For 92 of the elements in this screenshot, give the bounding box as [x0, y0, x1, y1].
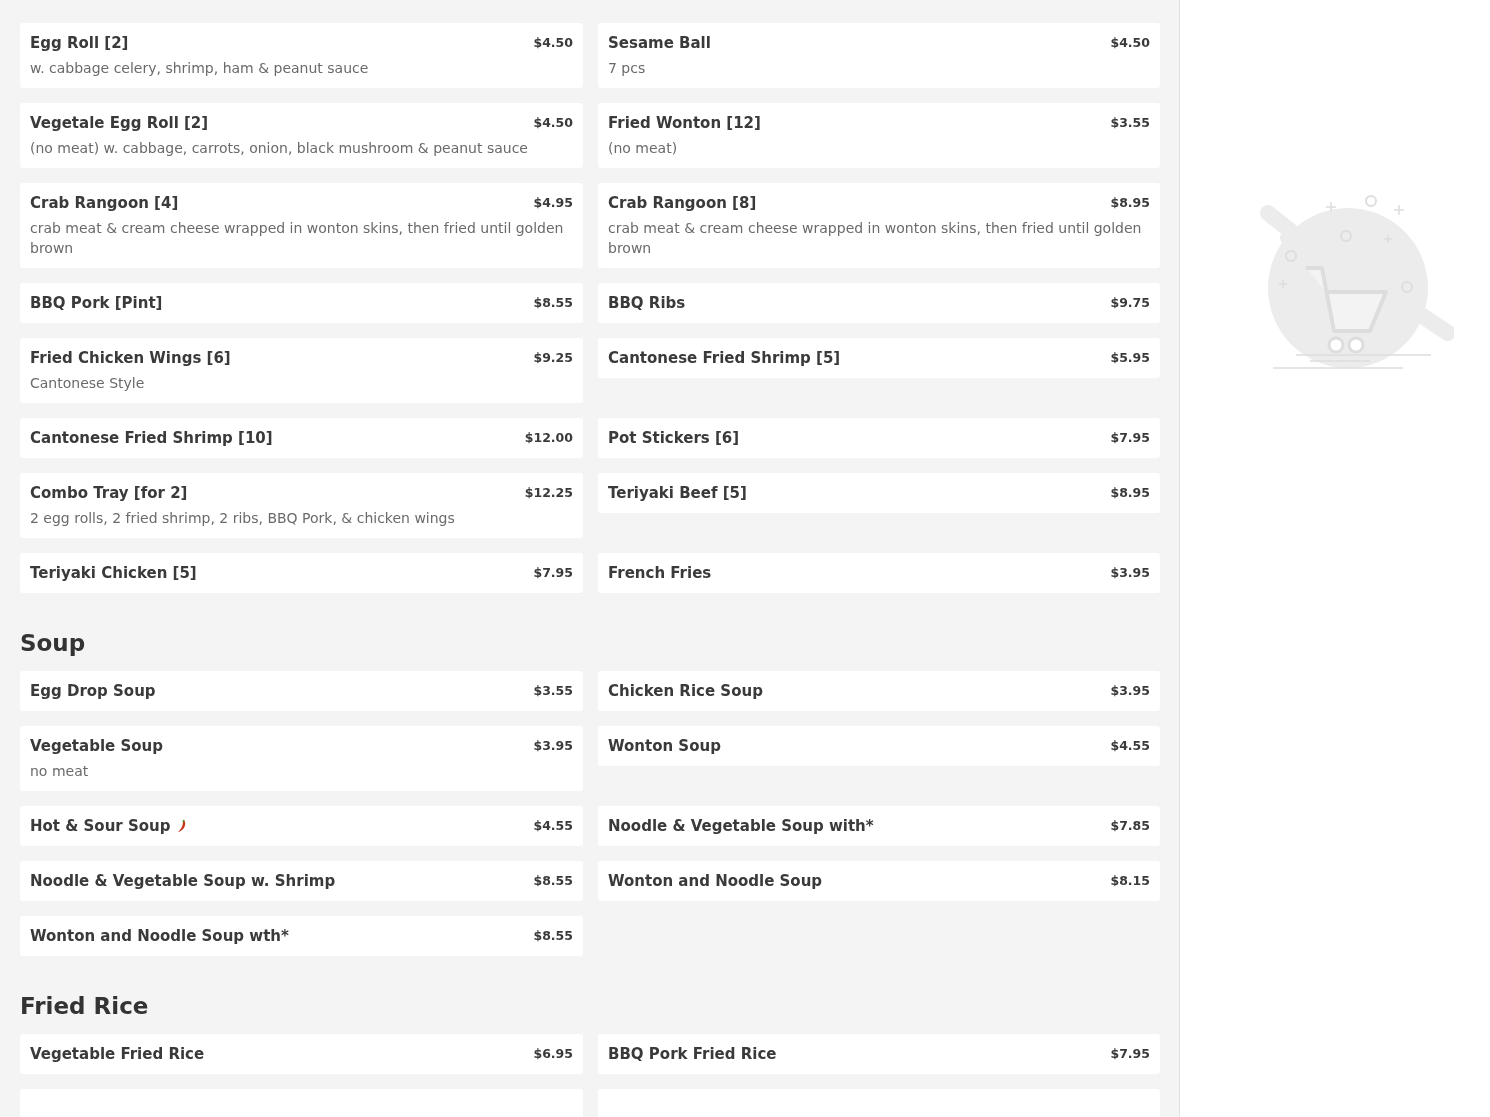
section-heading: Fried Rice — [20, 992, 150, 1021]
item-name: Wonton and Noodle Soup — [608, 871, 823, 891]
menu-card[interactable]: Crab Rangoon [8] $8.95 crab meat & cream cheese wrapped in wonton skins, then fried until golden brown — [598, 183, 1160, 268]
item-price: $3.55 — [1110, 114, 1150, 132]
item-name: Crab Rangoon [8] — [608, 193, 757, 213]
item-price: $4.55 — [533, 817, 573, 835]
item-name: Cantonese Fried Shrimp [5] — [608, 348, 841, 368]
menu-card[interactable]: Vegetable Soup $3.95 no meat — [20, 726, 583, 791]
item-name: Noodle & Vegetable Soup w. Shrimp — [30, 871, 336, 891]
item-description: w. cabbage celery, shrimp, ham & peanut sauce — [30, 59, 370, 78]
item-name: Vegetable Soup — [30, 736, 163, 756]
item-price: $4.50 — [1110, 34, 1150, 52]
item-price: $8.55 — [533, 927, 573, 945]
menu-card[interactable]: Sesame Ball $4.50 7 pcs — [598, 23, 1160, 88]
item-description: 7 pcs — [608, 59, 647, 78]
item-name: Hot & Sour Soup — [30, 816, 171, 836]
item-name: Cantonese Fried Shrimp [10] — [30, 428, 273, 448]
menu-card[interactable]: Wonton and Noodle Soup wth* $8.55 — [20, 916, 583, 956]
item-name: Crab Rangoon [4] — [30, 193, 179, 213]
item-price: $7.95 — [533, 564, 573, 582]
item-description: (no meat) w. cabbage, carrots, onion, black mushroom & peanut sauce — [30, 139, 529, 158]
item-name: BBQ Ribs — [608, 293, 686, 313]
item-name: Egg Drop Soup — [30, 681, 156, 701]
section-heading: Soup — [20, 629, 87, 658]
menu-card[interactable]: Vegetale Egg Roll [2] $4.50 (no meat) w. cabbage, carrots, onion, black mushroom & peanut sauce — [20, 103, 583, 168]
item-description: Cantonese Style — [30, 374, 146, 393]
item-price: $7.85 — [1110, 817, 1150, 835]
item-price: $5.95 — [1110, 349, 1150, 367]
item-price: $4.50 — [533, 114, 573, 132]
item-price: $9.75 — [1110, 294, 1150, 312]
item-name: Vegetable Fried Rice — [30, 1044, 205, 1064]
menu-card[interactable]: Teriyaki Chicken [5] $7.95 — [20, 553, 583, 593]
item-name: Fried Chicken Wings [6] — [30, 348, 231, 368]
menu-card[interactable]: Fried Chicken Wings [6] $9.25 Cantonese Style — [20, 338, 583, 403]
item-price: $7.95 — [1110, 429, 1150, 447]
menu-card[interactable]: Cantonese Fried Shrimp [5] $5.95 — [598, 338, 1160, 378]
menu-card[interactable]: Crab Rangoon [4] $4.95 crab meat & cream cheese wrapped in wonton skins, then fried until golden brown — [20, 183, 583, 268]
item-description: crab meat & cream cheese wrapped in wonton skins, then fried until golden brown — [608, 219, 1143, 258]
menu-card[interactable]: BBQ Pork [Pint] $8.55 — [20, 283, 583, 323]
item-description: 2 egg rolls, 2 fried shrimp, 2 ribs, BBQ Pork, & chicken wings — [30, 509, 456, 528]
menu-card[interactable]: Wonton Soup $4.55 — [598, 726, 1160, 766]
item-price: $9.25 — [533, 349, 573, 367]
menu-card[interactable]: Chicken Rice Soup $3.95 — [598, 671, 1160, 711]
menu-card[interactable]: Fried Wonton [12] $3.55 (no meat) — [598, 103, 1160, 168]
item-price: $8.55 — [533, 872, 573, 890]
menu-card[interactable]: Combo Tray [for 2] $12.25 2 egg rolls, 2 fried shrimp, 2 ribs, BBQ Pork, & chicken wings — [20, 473, 583, 538]
menu-card[interactable]: Wonton and Noodle Soup $8.15 — [598, 861, 1160, 901]
item-name: Wonton Soup — [608, 736, 721, 756]
menu-card[interactable]: Hot & Sour Soup $4.55 — [20, 806, 583, 846]
item-name: Pot Stickers [6] — [608, 428, 740, 448]
item-description: crab meat & cream cheese wrapped in wonton skins, then fried until golden brown — [30, 219, 565, 258]
item-name: Sesame Ball — [608, 33, 711, 53]
menu-card[interactable]: Noodle & Vegetable Soup with* $7.85 — [598, 806, 1160, 846]
item-name: BBQ Pork Fried Rice — [608, 1044, 777, 1064]
item-name: Teriyaki Beef [5] — [608, 483, 747, 503]
menu-card[interactable]: Pot Stickers [6] $7.95 — [598, 418, 1160, 458]
item-price: $12.00 — [524, 429, 573, 447]
menu-card[interactable]: Teriyaki Beef [5] $8.95 — [598, 473, 1160, 513]
item-price: $8.95 — [1110, 194, 1150, 212]
item-price: $4.50 — [533, 34, 573, 52]
item-name: Combo Tray [for 2] — [30, 483, 188, 503]
item-price: $3.55 — [533, 682, 573, 700]
item-name: BBQ Pork [Pint] — [30, 293, 163, 313]
item-name: Egg Roll [2] — [30, 33, 129, 53]
item-price: $12.25 — [524, 484, 573, 502]
menu-card[interactable]: Egg Drop Soup $3.55 — [20, 671, 583, 711]
item-price: $6.95 — [533, 1045, 573, 1063]
menu-card[interactable]: Noodle & Vegetable Soup w. Shrimp $8.55 — [20, 861, 583, 901]
item-price: $8.55 — [533, 294, 573, 312]
item-price: $4.55 — [1110, 737, 1150, 755]
menu-card[interactable]: BBQ Pork Fried Rice $7.95 — [598, 1034, 1160, 1074]
item-name: Wonton and Noodle Soup wth* — [30, 926, 289, 946]
menu-card[interactable]: Cantonese Fried Shrimp [10] $12.00 — [20, 418, 583, 458]
item-description: no meat — [30, 762, 90, 781]
menu-card[interactable]: French Fries $3.95 — [598, 553, 1160, 593]
item-price: $3.95 — [1110, 682, 1150, 700]
item-name: Noodle & Vegetable Soup with* — [608, 816, 874, 836]
menu-card[interactable]: BBQ Ribs $9.75 — [598, 283, 1160, 323]
item-price: $3.95 — [533, 737, 573, 755]
item-price: $3.95 — [1110, 564, 1150, 582]
menu-card[interactable]: Egg Roll [2] $4.50 w. cabbage celery, shrimp, ham & peanut sauce — [20, 23, 583, 88]
item-name: Vegetale Egg Roll [2] — [30, 113, 209, 133]
item-price: $4.95 — [533, 194, 573, 212]
menu-card[interactable]: Vegetable Fried Rice $6.95 — [20, 1034, 583, 1074]
item-name: French Fries — [608, 563, 712, 583]
item-name: Chicken Rice Soup — [608, 681, 763, 701]
item-name: Fried Wonton [12] — [608, 113, 761, 133]
item-name: Teriyaki Chicken [5] — [30, 563, 197, 583]
item-price: $7.95 — [1110, 1045, 1150, 1063]
item-price: $8.95 — [1110, 484, 1150, 502]
item-price: $8.15 — [1110, 872, 1150, 890]
item-description: (no meat) — [608, 139, 679, 158]
